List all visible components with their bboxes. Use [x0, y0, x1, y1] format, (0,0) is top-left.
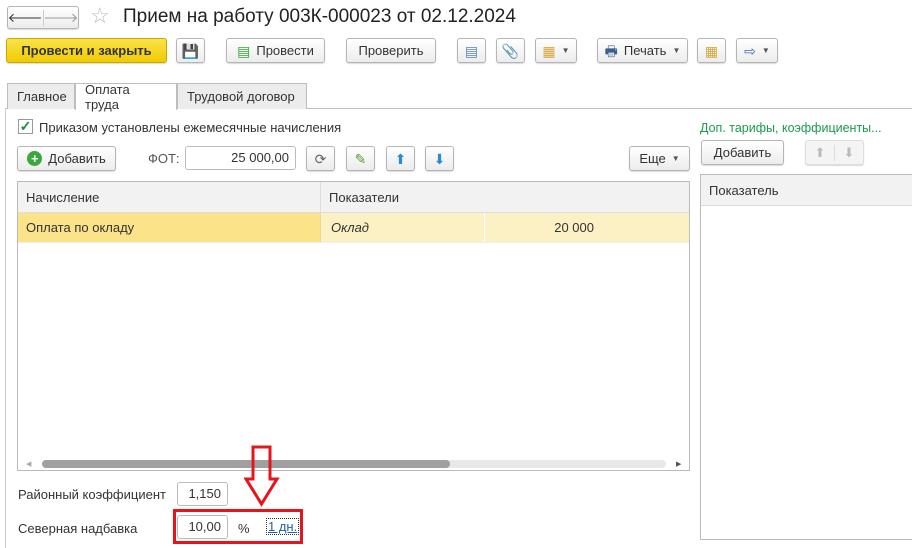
monthly-accruals-checkbox[interactable]: ✓ — [18, 119, 33, 134]
table-header: Начисление Показатели — [18, 182, 689, 213]
report-dropdown[interactable]: ▦ ▼ — [535, 38, 577, 63]
arrow-up-icon: ⬆ — [394, 150, 407, 167]
report2-button[interactable]: ▦ — [697, 38, 726, 63]
fot-field[interactable]: 25 000,00 — [185, 146, 296, 170]
side-title-link[interactable]: Доп. тарифы, коэффициенты... — [700, 121, 882, 135]
list-icon: ▤ — [464, 42, 479, 59]
arrow-up-icon[interactable]: ⬆ — [806, 144, 835, 161]
export-dropdown[interactable]: ⇨ ▼ — [736, 38, 778, 63]
indicator-value: 20 000 — [485, 213, 602, 242]
side-table: Показатель — [700, 174, 912, 540]
plus-circle-icon: + — [27, 151, 43, 166]
row-fill — [602, 213, 689, 242]
save-icon: 💾 — [181, 42, 200, 59]
more-button[interactable]: Еще ▼ — [629, 146, 690, 171]
post-and-close-button[interactable]: Провести и закрыть — [6, 38, 167, 63]
arrow-down-icon[interactable]: ⬇ — [835, 145, 863, 161]
printer-icon: 🖶 — [604, 42, 618, 59]
report-icon: ▦ — [542, 42, 556, 59]
structure-button[interactable]: ▤ — [457, 38, 486, 63]
refresh-icon: ⟳ — [314, 150, 327, 167]
monthly-accruals-label: Приказом установлены ежемесячные начисле… — [39, 120, 342, 135]
pencil-icon: ✎ — [354, 150, 367, 167]
annotation-arrow-icon — [244, 445, 280, 507]
report-icon: ▦ — [704, 42, 719, 59]
print-label: Печать — [623, 43, 667, 58]
tab-payment[interactable]: Оплата труда — [75, 82, 177, 112]
table-row[interactable]: Оплата по окладу Оклад 20 000 — [18, 213, 689, 243]
tab-main[interactable]: Главное — [7, 83, 75, 109]
nav-buttons: 🡐 🡒 — [7, 6, 79, 29]
scroll-left-icon[interactable]: ◀ — [26, 460, 31, 468]
north-allowance-label: Северная надбавка — [18, 521, 138, 536]
accruals-table: Начисление Показатели Оплата по окладу О… — [17, 181, 690, 471]
district-coef-field[interactable]: 1,150 — [177, 482, 228, 506]
forward-icon[interactable]: 🡒 — [44, 10, 79, 26]
save-button[interactable]: 💾 — [176, 38, 205, 63]
more-label: Еще — [639, 151, 666, 166]
post-icon: ▤ — [237, 42, 251, 59]
accrual-name: Оплата по окладу — [18, 213, 321, 242]
move-up-button[interactable]: ⬆ — [386, 146, 415, 171]
attach-button[interactable]: 📎 — [496, 38, 525, 63]
refresh-button[interactable]: ⟳ — [306, 146, 335, 171]
post-button[interactable]: ▤ Провести — [226, 38, 325, 63]
horizontal-scrollbar[interactable] — [42, 460, 666, 468]
check-button[interactable]: Проверить — [346, 38, 436, 63]
add-label: Добавить — [48, 151, 106, 166]
post-label: Провести — [256, 43, 314, 58]
annotation-box — [173, 509, 303, 544]
page-title: Прием на работу 003К-000023 от 02.12.202… — [123, 6, 516, 27]
column-header-accrual[interactable]: Начисление — [18, 182, 321, 212]
arrow-down-icon: ⬇ — [433, 150, 446, 167]
side-move-buttons: ⬆ ⬇ — [805, 140, 864, 165]
export-icon: ⇨ — [744, 42, 756, 59]
column-header-indicator[interactable]: Показатель — [701, 175, 912, 206]
favorite-star-icon[interactable]: ☆ — [90, 3, 110, 29]
side-add-button[interactable]: Добавить — [701, 140, 784, 165]
add-accrual-button[interactable]: + Добавить — [17, 146, 116, 171]
scroll-right-icon[interactable]: ▶ — [676, 460, 681, 468]
edit-button[interactable]: ✎ — [346, 146, 375, 171]
move-down-button[interactable]: ⬇ — [425, 146, 454, 171]
tab-contract[interactable]: Трудовой договор — [177, 83, 307, 109]
column-header-indicators[interactable]: Показатели — [321, 182, 689, 212]
back-icon[interactable]: 🡐 — [8, 9, 44, 26]
panel-border — [5, 108, 6, 548]
indicator-name: Оклад — [321, 213, 485, 242]
paperclip-icon: 📎 — [501, 42, 520, 59]
district-coef-label: Районный коэффициент — [18, 487, 166, 502]
fot-label: ФОТ: — [148, 151, 180, 166]
print-button[interactable]: 🖶 Печать ▼ — [597, 38, 688, 63]
